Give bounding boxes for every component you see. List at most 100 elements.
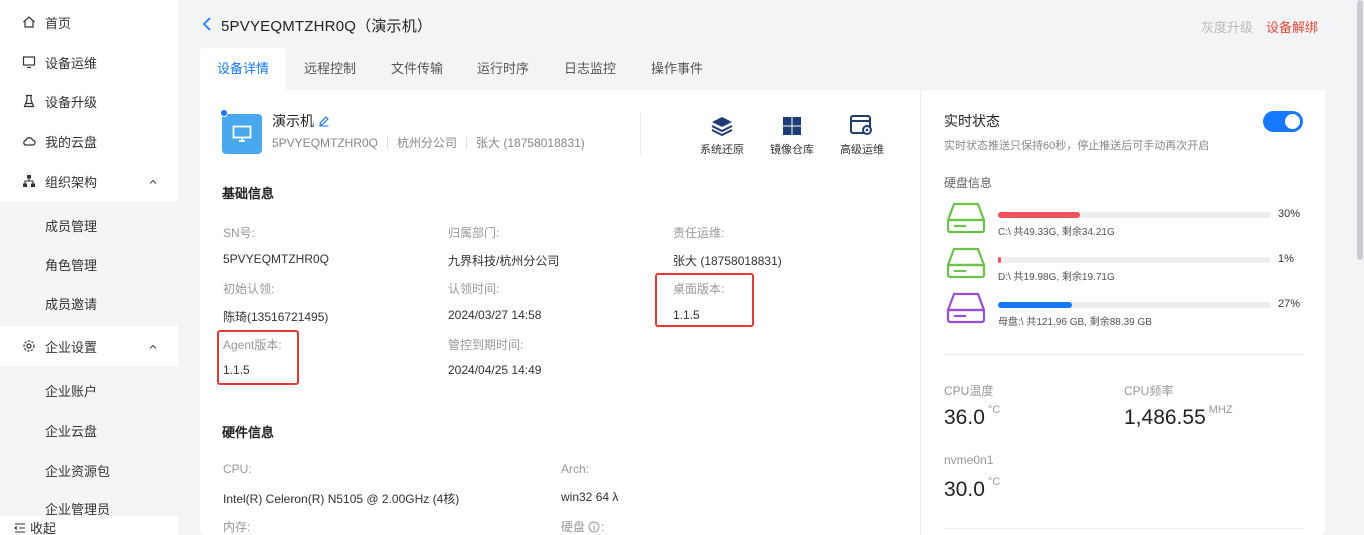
memory-label: 内存: [223,520,251,534]
collapse-button[interactable]: 收起 [14,518,56,535]
gray-upgrade-button[interactable]: 灰度升级 [1201,17,1253,36]
expire-value: 2024/04/25 14:49 [448,363,542,377]
hardware-info-title: 硬件信息 [222,425,275,440]
hard-drive-icon [946,202,986,237]
page-scrollbar[interactable] [1356,0,1364,535]
sidebar-item-enterprise-settings[interactable]: 企业设置 [0,326,178,366]
page-header: 5PVYEQMTZHR0Q（演示机） 灰度升级 设备解绑 [178,0,1356,48]
ops-value: 张大 (18758018831) [673,254,782,268]
cpu-freq-value: 1,486.55 MHZ [1124,404,1233,429]
tab-log-monitor[interactable]: 日志监控 [546,48,634,90]
sidebar-subitem-roles[interactable]: 角色管理 [45,255,97,274]
claim-time-label: 认领时间: [448,282,500,296]
realtime-title: 实时状态 [944,113,1000,129]
tab-op-events[interactable]: 操作事件 [634,48,720,90]
arch-label: Arch: [561,462,590,476]
disk-usage-percent: 1% [1278,253,1294,265]
tab-file-transfer[interactable]: 文件传输 [374,48,460,90]
divider [944,528,1304,529]
advanced-ops-button[interactable]: 高级运维 [832,114,892,157]
flask-icon [22,94,36,108]
cpu-temp-value: 36.0 °C [944,404,1001,429]
org-submenu: 成员管理 角色管理 成员邀请 [0,201,178,326]
sn-label: SN号: [223,226,256,240]
device-name-text: 演示机 [272,113,314,129]
claim-label: 初始认领: [223,282,275,296]
tab-run-timeline[interactable]: 运行时序 [460,48,546,90]
unbind-device-button[interactable]: 设备解绑 [1266,17,1318,36]
disk-usage-fill [998,212,1080,218]
device-sn: 5PVYEQMTZHR0Q [272,135,379,150]
disk-info-heading: 硬盘信息 [944,176,993,190]
image-repo-button[interactable]: 镜像仓库 [762,114,822,157]
edit-icon[interactable] [318,115,330,127]
dept-value: 九界科技/杭州分公司 [448,254,560,268]
home-icon [22,15,36,29]
chevron-up-icon [148,340,158,355]
disk-label: 硬盘 : [561,519,605,535]
basic-info-title: 基础信息 [222,186,275,201]
sidebar-subitem-resource[interactable]: 企业资源包 [45,461,110,480]
system-restore-button[interactable]: 系统还原 [692,114,752,157]
sidebar-item-my-cloud[interactable]: 我的云盘 [0,121,178,161]
ops-label: 责任运维: [673,226,725,240]
sidebar-item-label: 设备升级 [45,94,98,110]
sidebar-item-label: 组织架构 [45,174,98,190]
windows-icon [762,114,822,138]
desktop-version-highlight [655,273,754,327]
sidebar-subitem-cloud[interactable]: 企业云盘 [45,421,97,440]
sidebar-item-label: 企业设置 [45,339,98,355]
cpu-freq-label: CPU频率 [1124,384,1174,398]
claim-time-value: 2024/03/27 14:58 [448,308,542,322]
meta-divider [640,112,641,156]
disk-usage-info: C:\ 共49.33G, 剩余34.21G [998,227,1115,238]
collapse-icon [14,522,26,534]
cpu-temp-label: CPU温度 [944,384,994,398]
sn-value: 5PVYEQMTZHR0Q [223,252,330,266]
hard-drive-icon [946,292,986,327]
cloud-icon [22,134,36,148]
hard-drive-icon [946,247,986,282]
realtime-toggle[interactable] [1263,111,1303,132]
disk-usage-percent: 27% [1278,298,1301,310]
disk-usage-fill [998,257,1001,263]
tab-remote-control[interactable]: 远程控制 [286,48,374,90]
panel-divider [920,90,921,535]
online-status-dot [220,109,228,117]
dept-label: 归属部门: [448,226,500,240]
sidebar-item-home[interactable]: 首页 [0,2,178,42]
sidebar: 首页 设备运维 设备升级 我的云盘 组织架构 成员管理 角色管理 成员邀请 企业… [0,0,178,535]
device-name: 演示机 [272,111,330,131]
action-label: 镜像仓库 [770,144,814,156]
divider [944,354,1304,355]
sidebar-item-device-ops[interactable]: 设备运维 [0,42,178,82]
chevron-up-icon [148,175,158,190]
nvme-temp-value: 30.0 °C [944,476,1001,501]
device-avatar [222,114,262,154]
sidebar-item-label: 设备运维 [45,55,98,71]
nvme-label: nvme0n1 [944,453,994,467]
window-gear-icon [832,114,892,138]
org-icon [22,174,36,188]
claim-value: 陈琦(13516721495) [223,310,329,324]
enterprise-submenu: 企业账户 企业云盘 企业资源包 企业管理员 [0,366,178,518]
agent-version-highlight [217,330,299,385]
tab-device-detail[interactable]: 设备详情 [200,48,286,90]
sidebar-subitem-invite[interactable]: 成员邀请 [45,294,97,313]
page-title: 5PVYEQMTZHR0Q（演示机） [221,18,433,35]
cpu-label: CPU: [223,462,252,476]
disk-usage-info: 母盘:\ 共121.96 GB, 剩余88.39 GB [998,317,1152,328]
back-icon[interactable] [202,16,212,35]
info-icon[interactable] [588,521,600,533]
sidebar-subitem-account[interactable]: 企业账户 [45,381,97,400]
cpu-value: Intel(R) Celeron(R) N5105 @ 2.00GHz (4核) [223,492,460,506]
collapse-label: 收起 [30,521,57,535]
gear-icon [22,339,36,353]
expire-label: 管控到期时间: [448,338,524,352]
sidebar-subitem-admins[interactable]: 企业管理员 [45,499,110,518]
sidebar-subitem-members[interactable]: 成员管理 [45,216,97,235]
sidebar-item-org[interactable]: 组织架构 [0,161,178,201]
action-label: 高级运维 [840,144,884,156]
monitor-icon [232,125,252,142]
sidebar-item-device-upgrade[interactable]: 设备升级 [0,81,178,121]
